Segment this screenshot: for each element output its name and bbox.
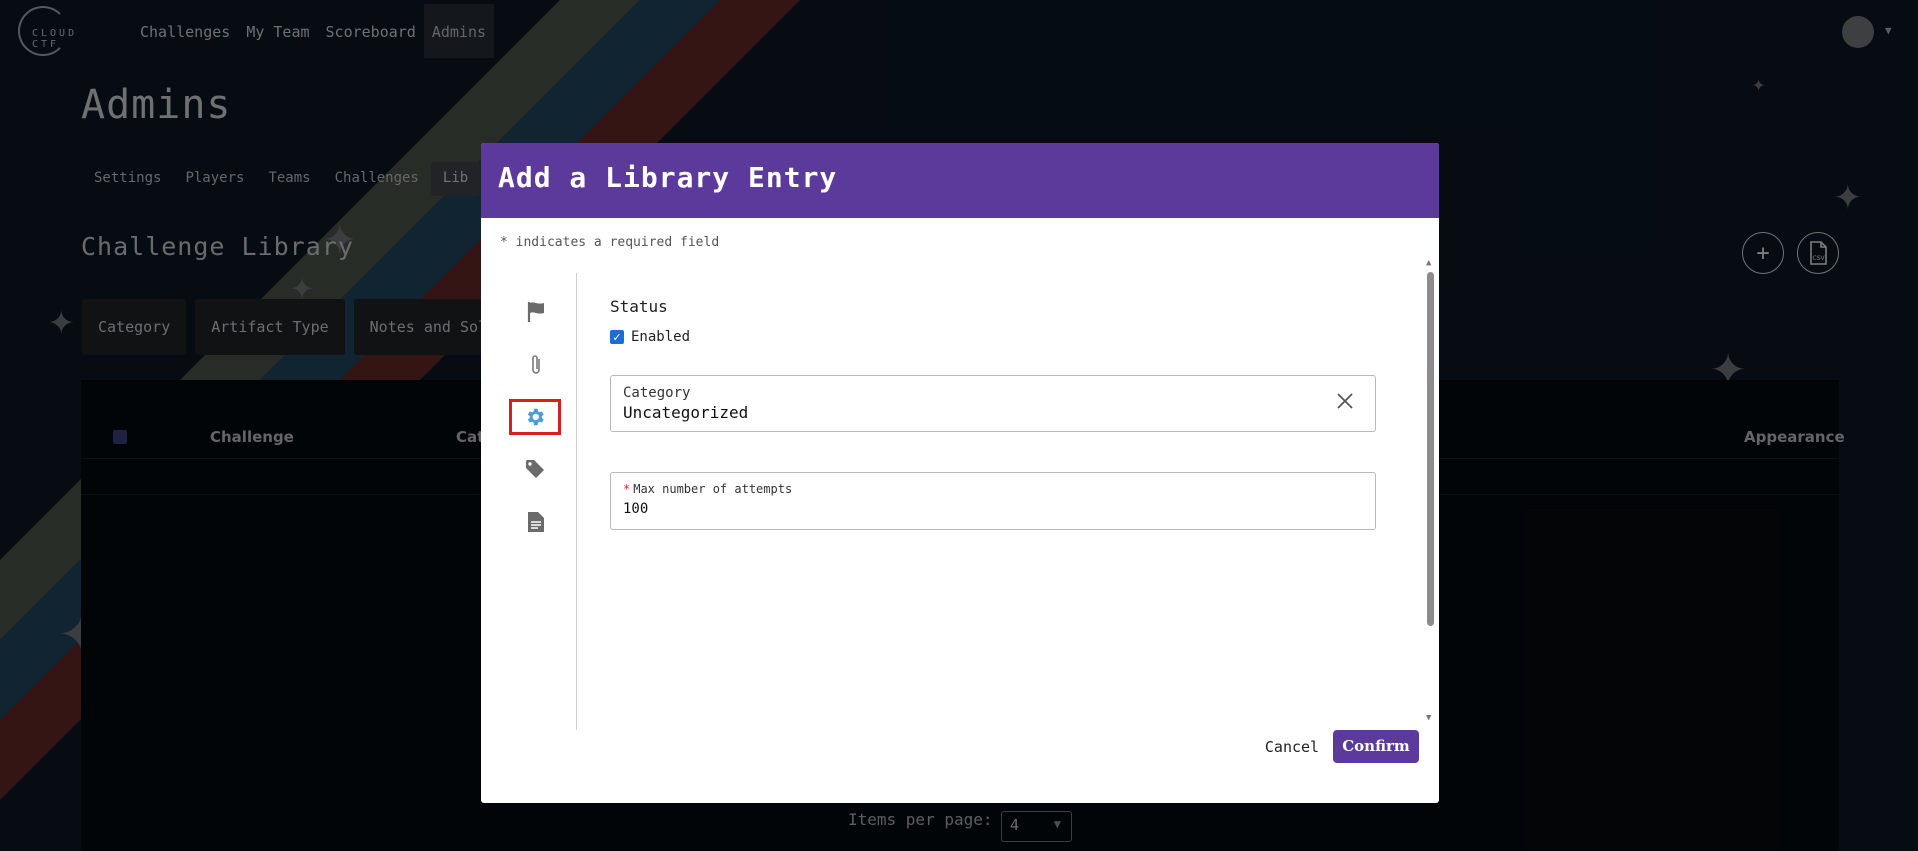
scrollbar-thumb[interactable] (1427, 272, 1434, 626)
status-label: Status (610, 297, 668, 316)
tag-icon[interactable] (509, 450, 563, 488)
paperclip-icon[interactable] (509, 346, 563, 384)
max-attempts-field[interactable]: * Max number of attempts 100 (610, 472, 1376, 530)
max-attempts-label: * Max number of attempts (623, 482, 793, 496)
category-select[interactable]: Category Uncategorized (610, 375, 1376, 432)
required-field-note: * indicates a required field (500, 235, 720, 250)
cancel-button[interactable]: Cancel (1257, 731, 1327, 764)
close-icon[interactable] (1333, 389, 1357, 413)
category-value: Uncategorized (623, 403, 749, 422)
modal-header: Add a Library Entry (481, 143, 1439, 218)
flag-icon[interactable] (509, 293, 563, 331)
add-library-entry-modal: Add a Library Entry * indicates a requir… (481, 143, 1439, 803)
enabled-checkbox[interactable]: ✓ (610, 330, 624, 344)
enabled-label: Enabled (631, 329, 691, 345)
max-attempts-value: 100 (623, 501, 649, 517)
vertical-divider (576, 273, 577, 730)
category-label: Category (623, 385, 691, 401)
enabled-checkbox-row[interactable]: ✓ Enabled (610, 329, 690, 345)
modal-section-nav (509, 293, 563, 556)
scroll-up-icon[interactable]: ▲ (1426, 258, 1431, 268)
confirm-button[interactable]: Confirm (1333, 730, 1419, 763)
scroll-down-icon[interactable]: ▼ (1426, 713, 1431, 723)
modal-title: Add a Library Entry (498, 161, 838, 194)
modal-scrollbar[interactable]: ▲ ▼ (1425, 258, 1436, 723)
document-icon[interactable] (509, 503, 563, 541)
gear-icon[interactable] (509, 399, 561, 435)
